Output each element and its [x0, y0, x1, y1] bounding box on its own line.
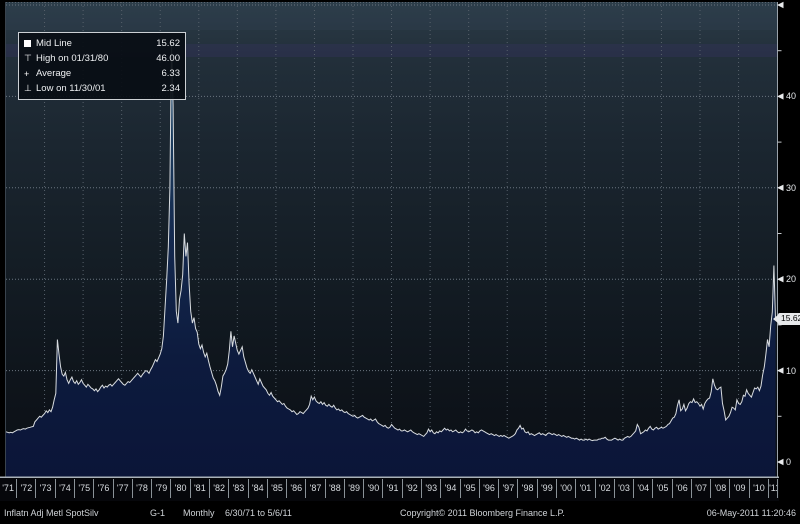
legend-label: Low on 11/30/01 — [36, 83, 106, 94]
x-axis-year-cell: '84 — [249, 479, 268, 498]
x-axis-year-cell: '05 — [653, 479, 672, 498]
x-axis-year-cell: '09 — [731, 479, 750, 498]
x-axis-year-cell: '99 — [538, 479, 557, 498]
legend-row-high: ⊤ High on 01/31/80 46.00 — [24, 51, 180, 66]
x-axis-year-cell: '83 — [229, 479, 248, 498]
x-axis-year-cell: '10 — [750, 479, 769, 498]
low-marker-icon: ⊥ — [24, 83, 36, 94]
x-axis-year-cell: '01 — [576, 479, 595, 498]
x-axis-year-cell: '11 — [769, 479, 778, 498]
x-axis-year-cell: '91 — [384, 479, 403, 498]
legend-value: 2.34 — [162, 83, 181, 94]
chart-id: G-1 — [150, 507, 165, 519]
x-axis-year-cell: '88 — [326, 479, 345, 498]
legend-row-average: + Average 6.33 — [24, 66, 180, 81]
copyright-text: Copyright© 2011 Bloomberg Finance L.P. — [400, 507, 565, 519]
last-value-marker: 15.62 — [778, 313, 800, 325]
x-axis-year-cell: '89 — [345, 479, 364, 498]
x-axis-year-cell: '96 — [480, 479, 499, 498]
mid-line-swatch-icon — [24, 39, 36, 49]
timestamp: 06-May-2011 11:20:46 — [707, 507, 796, 519]
y-axis-tick-label: 30 — [786, 183, 796, 193]
x-axis-year-cell: '75 — [75, 479, 94, 498]
legend-label: High on 01/31/80 — [36, 53, 108, 64]
x-axis-year-cell: '06 — [673, 479, 692, 498]
x-axis-year-cell: '86 — [287, 479, 306, 498]
bloomberg-chart-window: Mid Line 15.62 ⊤ High on 01/31/80 46.00 … — [0, 0, 800, 524]
legend-box[interactable]: Mid Line 15.62 ⊤ High on 01/31/80 46.00 … — [18, 32, 186, 100]
x-axis-year-cell: '78 — [133, 479, 152, 498]
x-axis-year-cell: '04 — [634, 479, 653, 498]
x-axis-year-cell: '03 — [615, 479, 634, 498]
y-axis-tick-label: 40 — [786, 91, 796, 101]
x-axis-year-cell: '92 — [403, 479, 422, 498]
x-axis-year-cell: '87 — [306, 479, 325, 498]
x-axis-year-cell: '80 — [172, 479, 191, 498]
x-axis-year-cell: '98 — [519, 479, 538, 498]
last-value-label: 15.62 — [781, 313, 800, 323]
x-axis-year-cell: '07 — [692, 479, 711, 498]
chart-frequency: Monthly — [183, 507, 215, 519]
x-axis-year-cell: '72 — [17, 479, 36, 498]
chart-title: Inflatn Adj Metl SpotSilv — [4, 507, 99, 519]
x-axis-year-cell: '73 — [37, 479, 56, 498]
x-axis-year-cell: '94 — [441, 479, 460, 498]
high-marker-icon: ⊤ — [24, 53, 36, 64]
x-axis-year-cell: '02 — [596, 479, 615, 498]
legend-row-mid-line: Mid Line 15.62 — [24, 36, 180, 51]
legend-value: 15.62 — [156, 38, 180, 49]
legend-label: Mid Line — [36, 38, 72, 49]
x-axis-year-cell: '97 — [499, 479, 518, 498]
x-axis-year-cell: '90 — [364, 479, 383, 498]
x-axis-year-cell: '77 — [114, 479, 133, 498]
x-axis-year-cell: '79 — [152, 479, 171, 498]
x-axis-year-cell: '08 — [711, 479, 730, 498]
chart-range: 6/30/71 to 5/6/11 — [225, 507, 292, 519]
x-axis-year-cell: '81 — [191, 479, 210, 498]
marker-arrow-icon — [773, 315, 778, 323]
x-axis-year-cell: '93 — [422, 479, 441, 498]
x-axis-year-cell: '82 — [210, 479, 229, 498]
x-axis-year-cell: '74 — [56, 479, 75, 498]
legend-label: Average — [36, 68, 71, 79]
x-axis-year-cell: '00 — [557, 479, 576, 498]
legend-value: 46.00 — [156, 53, 180, 64]
y-axis-tick-label: 0 — [786, 457, 791, 467]
y-axis-tick-label: 10 — [786, 366, 796, 376]
x-axis-year-cell: '85 — [268, 479, 287, 498]
y-axis-tick-label: 20 — [786, 274, 796, 284]
average-marker-icon: + — [24, 69, 36, 79]
x-axis-year-cell: '71 — [0, 479, 17, 498]
x-axis-year-row: '71'72'73'74'75'76'77'78'79'80'81'82'83'… — [0, 477, 779, 501]
legend-row-low: ⊥ Low on 11/30/01 2.34 — [24, 81, 180, 96]
legend-value: 6.33 — [162, 68, 181, 79]
x-axis-year-cell: '95 — [461, 479, 480, 498]
x-axis-year-cell: '76 — [94, 479, 113, 498]
